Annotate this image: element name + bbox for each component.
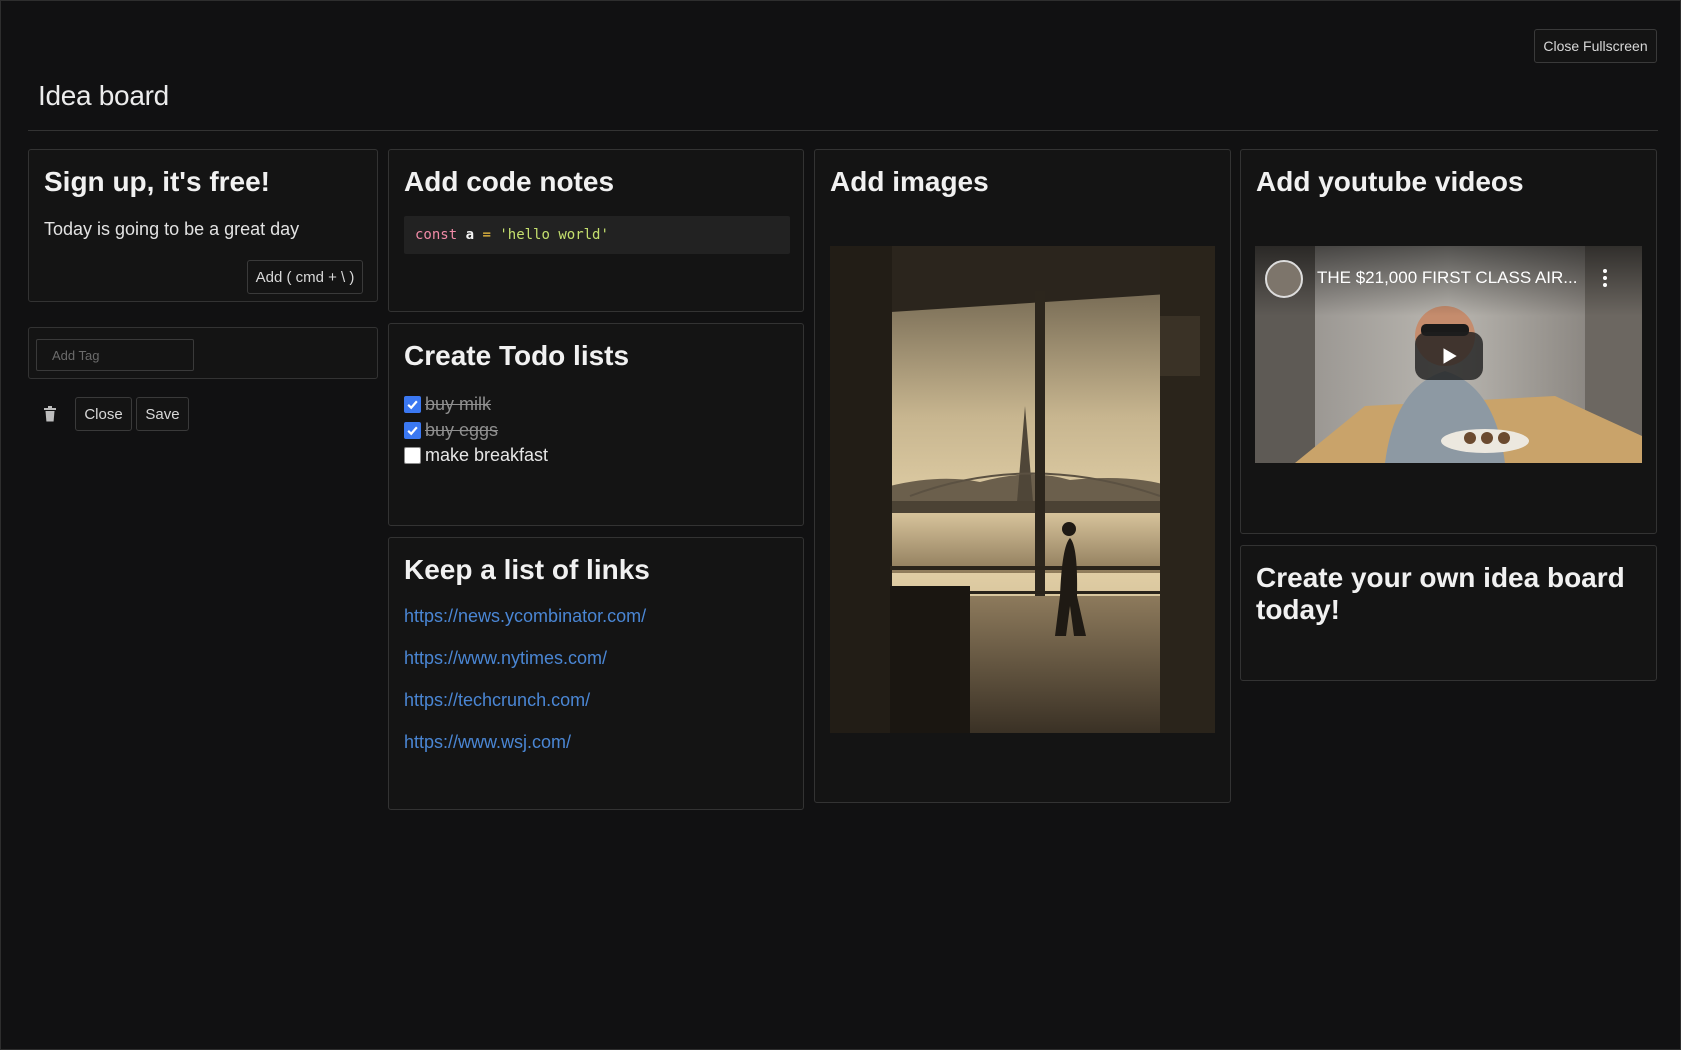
- board-photo: [830, 246, 1215, 733]
- signup-card-text: Today is going to be a great day: [44, 219, 300, 239]
- link-item[interactable]: https://techcrunch.com/: [404, 690, 590, 711]
- code-string: 'hello world': [499, 227, 609, 243]
- todo-checkbox[interactable]: [404, 421, 421, 439]
- code-keyword: const: [415, 227, 458, 243]
- todo-label: make breakfast: [425, 444, 549, 465]
- page-title: Idea board: [38, 80, 169, 111]
- code-notes-card[interactable]: Add code notes const a = 'hello world': [388, 149, 804, 312]
- code-variable: a: [465, 227, 475, 243]
- title-divider: [28, 130, 1658, 131]
- todo-title: Create Todo lists: [404, 340, 630, 371]
- cta-title: Create your own idea board today!: [1256, 562, 1625, 625]
- youtube-card[interactable]: Add youtube videos THE $21,000 FIRST CLA…: [1240, 149, 1657, 534]
- link-item[interactable]: https://news.ycombinator.com/: [404, 606, 646, 627]
- close-fullscreen-button[interactable]: Close Fullscreen: [1534, 29, 1657, 63]
- save-button[interactable]: Save: [136, 397, 189, 431]
- link-item[interactable]: https://www.nytimes.com/: [404, 648, 607, 669]
- more-options-icon[interactable]: [1599, 266, 1611, 290]
- todo-checkbox[interactable]: [404, 395, 421, 413]
- todo-label: buy eggs: [425, 419, 499, 440]
- youtube-embed[interactable]: THE $21,000 FIRST CLASS AIR...: [1255, 246, 1642, 463]
- trash-icon[interactable]: [42, 405, 58, 423]
- photo-illustration: [830, 246, 1215, 733]
- channel-avatar[interactable]: [1265, 260, 1303, 298]
- links-title: Keep a list of links: [404, 554, 650, 585]
- code-operator: =: [482, 227, 491, 243]
- todo-item: buy milk: [404, 393, 491, 415]
- code-notes-title: Add code notes: [404, 166, 615, 197]
- link-item[interactable]: https://www.wsj.com/: [404, 732, 571, 753]
- signup-card[interactable]: Sign up, it's free! Today is going to be…: [28, 149, 378, 302]
- video-title[interactable]: THE $21,000 FIRST CLASS AIR...: [1317, 268, 1577, 288]
- images-title: Add images: [830, 166, 989, 197]
- youtube-title: Add youtube videos: [1256, 166, 1524, 197]
- play-button[interactable]: [1415, 332, 1483, 380]
- play-icon: [1443, 348, 1457, 364]
- signup-card-title: Sign up, it's free!: [44, 166, 271, 197]
- checkmark-icon: [407, 400, 418, 409]
- tag-panel: [28, 327, 378, 379]
- todo-item: buy eggs: [404, 419, 498, 441]
- add-tag-input[interactable]: [36, 339, 194, 371]
- links-card[interactable]: Keep a list of links https://news.ycombi…: [388, 537, 804, 810]
- code-block: const a = 'hello world': [404, 216, 790, 254]
- add-note-button[interactable]: Add ( cmd + \ ): [247, 260, 363, 294]
- images-card[interactable]: Add images: [814, 149, 1231, 803]
- checkmark-icon: [407, 426, 418, 435]
- todo-item: make breakfast: [404, 444, 548, 466]
- todo-card[interactable]: Create Todo lists buy milk buy eggs make…: [388, 323, 804, 526]
- cta-card[interactable]: Create your own idea board today!: [1240, 545, 1657, 681]
- todo-checkbox[interactable]: [404, 446, 421, 464]
- close-button[interactable]: Close: [75, 397, 132, 431]
- todo-label: buy milk: [425, 393, 492, 414]
